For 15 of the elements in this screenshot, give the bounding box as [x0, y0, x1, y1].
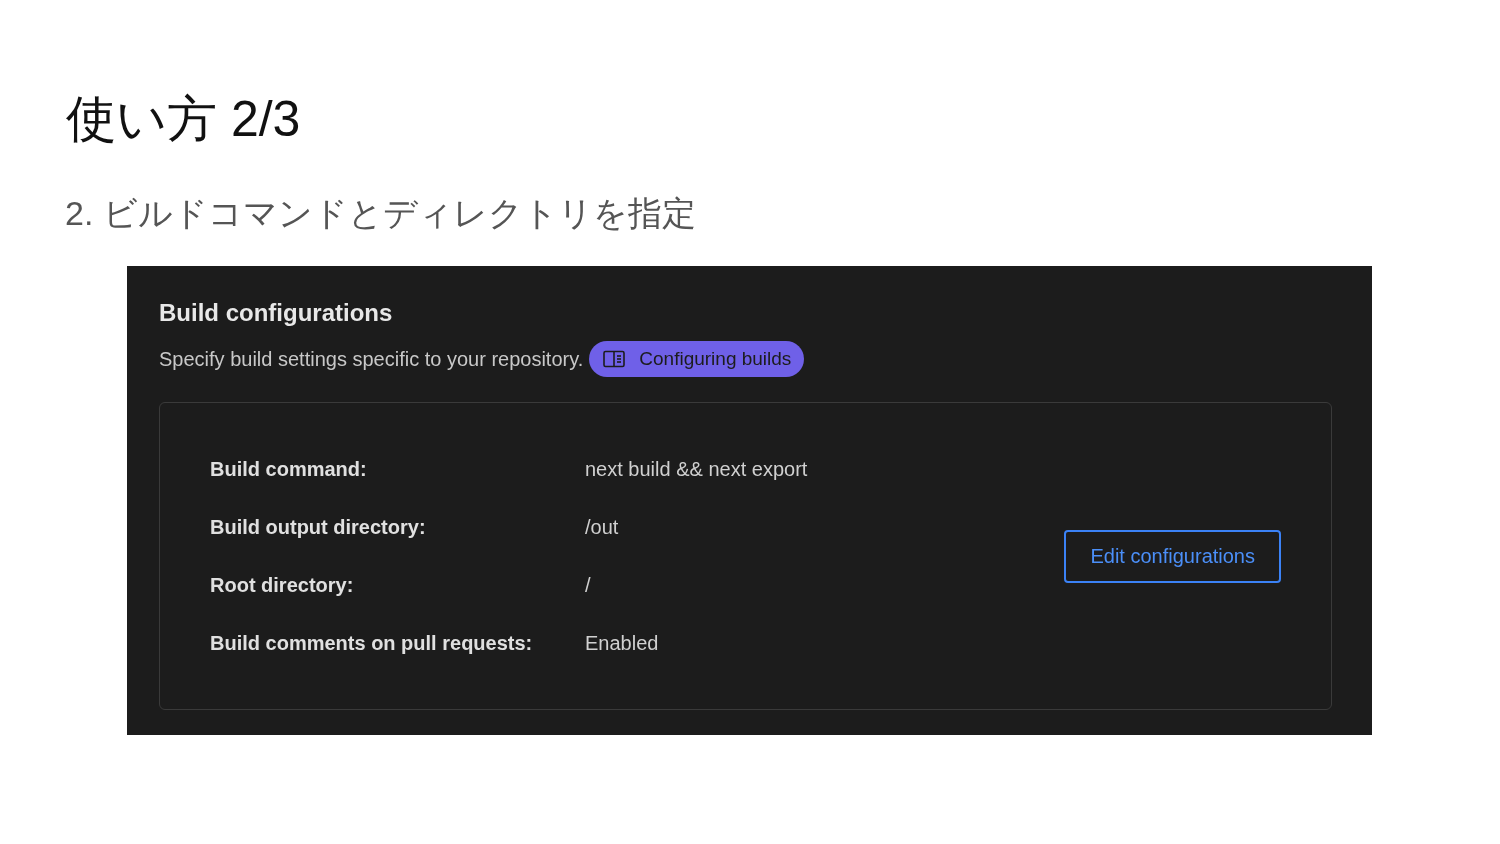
setting-label: Build command:: [210, 456, 368, 482]
setting-value: /out: [585, 514, 620, 540]
setting-value: next build && next export: [585, 456, 809, 482]
book-icon: [603, 350, 626, 368]
slide-subtitle: 2. ビルドコマンドとディレクトリを指定: [65, 193, 696, 234]
edit-configurations-button[interactable]: Edit configurations: [1064, 529, 1281, 583]
setting-value: Enabled: [585, 630, 660, 656]
docs-link[interactable]: Configuring builds: [589, 341, 805, 377]
section-title: Build configurations: [159, 298, 393, 328]
setting-label: Root directory:: [210, 572, 355, 598]
setting-value: /: [585, 572, 592, 598]
setting-label: Build output directory:: [210, 514, 427, 540]
section-description: Specify build settings specific to your repository.: [159, 347, 584, 371]
setting-label: Build comments on pull requests:: [210, 630, 534, 656]
slide-title: 使い方 2/3: [66, 90, 301, 149]
